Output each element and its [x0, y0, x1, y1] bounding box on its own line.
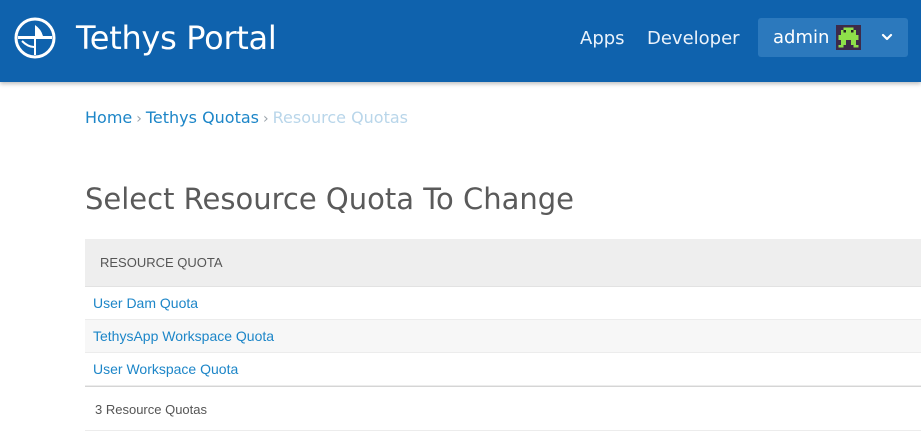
breadcrumb-tethys-quotas-link[interactable]: Tethys Quotas — [146, 108, 259, 127]
pixel-avatar-icon — [836, 25, 861, 50]
table-row: User Workspace Quota — [85, 353, 921, 386]
resource-quota-table: Resource quota User Dam Quota TethysApp … — [85, 239, 921, 431]
result-count: 3 Resource Quotas — [85, 386, 921, 431]
resource-quota-link[interactable]: User Dam Quota — [93, 295, 198, 312]
result-count-text: 3 Resource Quotas — [95, 402, 208, 417]
breadcrumb-home-link[interactable]: Home — [85, 108, 132, 127]
breadcrumb-separator: › — [136, 111, 142, 127]
top-navbar: Tethys Portal Apps Developer admin — [0, 0, 921, 82]
breadcrumb-current: Resource Quotas — [272, 108, 409, 127]
nav-apps-link[interactable]: Apps — [580, 28, 625, 50]
tethys-logo-icon[interactable] — [14, 17, 56, 59]
nav-developer-link[interactable]: Developer — [647, 28, 740, 50]
user-name: admin — [773, 27, 830, 48]
breadcrumb-separator: › — [263, 111, 269, 127]
page-title: Select Resource Quota To Change — [85, 182, 574, 216]
brand-link[interactable]: Tethys Portal — [76, 17, 277, 59]
table-row: User Dam Quota — [85, 287, 921, 320]
column-header-resource-quota[interactable]: Resource quota — [100, 255, 223, 271]
table-row: TethysApp Workspace Quota — [85, 320, 921, 353]
chevron-down-icon — [881, 33, 893, 41]
resource-quota-link[interactable]: User Workspace Quota — [93, 361, 238, 378]
user-menu-button[interactable]: admin — [758, 18, 908, 57]
table-header: Resource quota — [85, 239, 921, 287]
resource-quota-link[interactable]: TethysApp Workspace Quota — [93, 328, 274, 345]
breadcrumb: Home › Tethys Quotas › Resource Quotas — [85, 108, 408, 129]
